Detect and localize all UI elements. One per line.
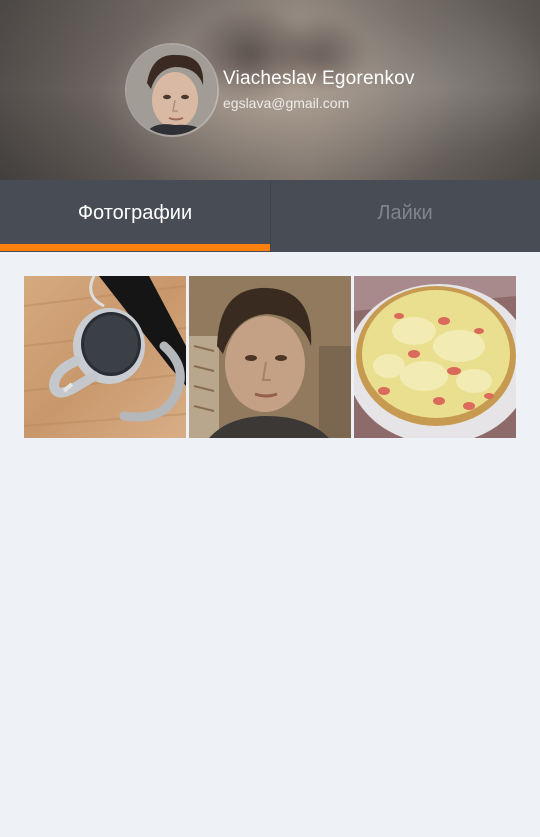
tab-likes[interactable]: Лайки bbox=[270, 180, 540, 252]
tab-bar: Фотографии Лайки bbox=[0, 180, 540, 252]
avatar[interactable] bbox=[127, 45, 217, 135]
photo-thumbnail-headphones[interactable] bbox=[24, 276, 186, 438]
profile-email: egslava@gmail.com bbox=[223, 95, 350, 111]
tab-divider bbox=[270, 180, 271, 252]
photo-thumbnail-pizza[interactable] bbox=[354, 276, 516, 438]
profile-name: Viacheslav Egorenkov bbox=[223, 68, 415, 89]
photo-thumbnail-selfie[interactable] bbox=[189, 276, 351, 438]
active-tab-indicator bbox=[0, 244, 270, 251]
tab-photos[interactable]: Фотографии bbox=[0, 180, 270, 252]
profile-header: Viacheslav Egorenkov egslava@gmail.com bbox=[0, 0, 540, 180]
